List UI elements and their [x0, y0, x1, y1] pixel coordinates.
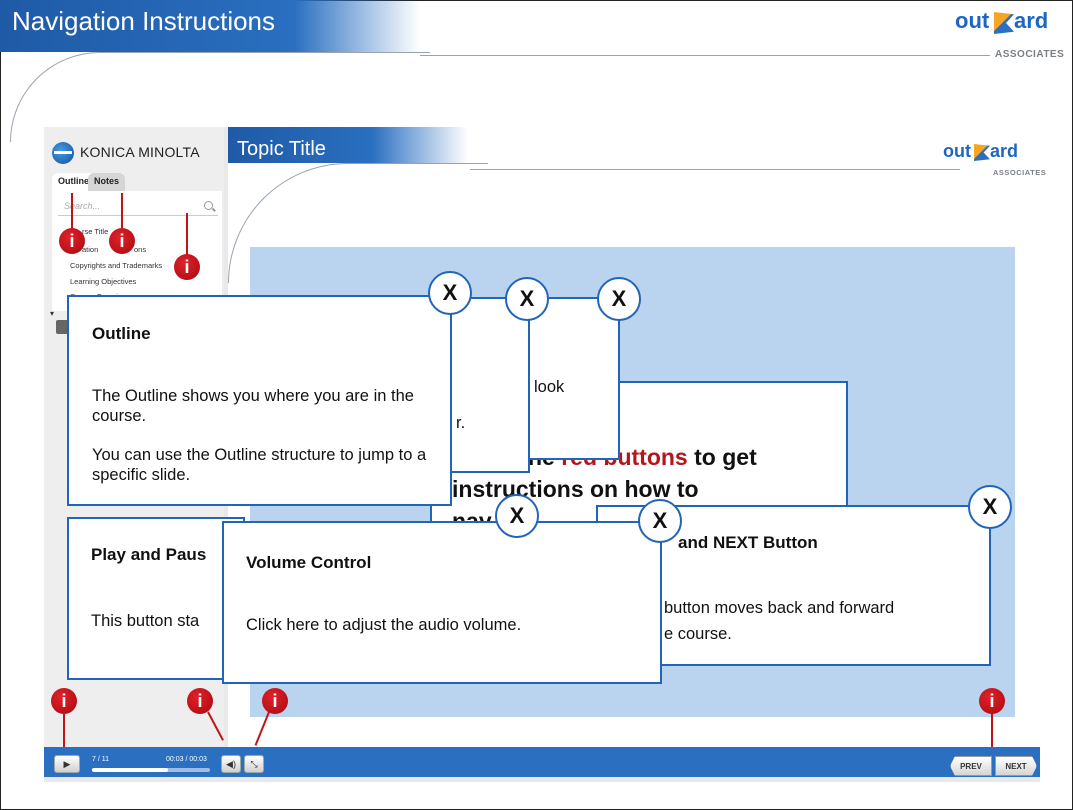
logo-word-right: ard	[1014, 8, 1049, 33]
volume-icon: ◀)	[226, 758, 236, 769]
logo-subtitle: ASSOCIATES	[993, 168, 1047, 177]
close-volume-popup-button[interactable]: X	[638, 499, 682, 543]
prev-button[interactable]: PREV	[950, 756, 992, 776]
header-rule	[420, 55, 990, 56]
info-play-button[interactable]: i	[51, 688, 77, 714]
progress-fill	[92, 768, 168, 772]
info-outline-button[interactable]: i	[59, 228, 85, 254]
slide-counter: 7 / 11	[92, 756, 109, 763]
next-button[interactable]: NEXT	[995, 756, 1037, 776]
search-input[interactable]: Search...	[58, 198, 218, 216]
info-volume-button[interactable]: i	[187, 688, 213, 714]
prev-next-popup-text-1: button moves back and forward	[664, 599, 895, 617]
search-icon[interactable]	[204, 201, 213, 210]
info-fullscreen-button[interactable]: i	[262, 688, 288, 714]
close-search-popup-button[interactable]: X	[597, 277, 641, 321]
outline-popup-text-2: You can use the Outline structure to jum…	[92, 446, 427, 484]
volume-popup: Volume Control Click here to adjust the …	[222, 521, 662, 684]
info-leader-line	[186, 213, 188, 255]
outline-popup: Outline The Outline shows you where you …	[67, 295, 452, 506]
outline-item[interactable]: ation	[82, 245, 98, 254]
logo-subtitle: ASSOCIATES	[995, 49, 1065, 60]
logo-word-right: ard	[990, 141, 1019, 161]
konica-minolta-logo: KONICA MINOLTA	[52, 140, 222, 164]
search-popup: look	[528, 297, 620, 460]
info-notes-button[interactable]: i	[109, 228, 135, 254]
tab-notes[interactable]: Notes	[88, 173, 126, 191]
time-counter: 00:03 / 00:03	[166, 756, 207, 763]
play-pause-popup-title: Play and Paus	[91, 545, 207, 564]
volume-button[interactable]: ◀)	[221, 755, 241, 773]
volume-popup-text: Click here to adjust the audio volume.	[246, 616, 522, 634]
search-popup-text: look	[534, 378, 565, 396]
outline-item[interactable]: ons	[134, 245, 146, 254]
globe-icon	[52, 142, 74, 164]
volume-popup-title: Volume Control	[246, 553, 372, 572]
info-next-button[interactable]: i	[979, 688, 1005, 714]
topic-title: Topic Title	[237, 138, 326, 160]
close-outline-popup-button[interactable]: X	[428, 271, 472, 315]
play-button[interactable]: ▶	[54, 755, 80, 773]
collapse-arrow-icon[interactable]: ▾	[50, 309, 54, 318]
page-title: Navigation Instructions	[12, 6, 276, 36]
close-prev-next-popup-button[interactable]: X	[968, 485, 1012, 529]
content-rule	[470, 169, 960, 170]
outline-popup-text-1: The Outline shows you where you are in t…	[92, 387, 414, 425]
progress-bar[interactable]	[92, 768, 210, 772]
prev-next-popup-title: and NEXT Button	[678, 533, 818, 552]
slide-header: Navigation Instructions	[0, 0, 1073, 52]
outline-item[interactable]: rse Title	[82, 227, 108, 236]
logo-word-left: out	[955, 8, 990, 33]
play-icon: ▶	[63, 758, 71, 769]
logo-word-left: out	[943, 141, 971, 161]
close-notes-popup-button[interactable]: X	[505, 277, 549, 321]
play-pause-popup-text: This button sta	[91, 612, 200, 630]
fullscreen-icon: ⤡	[250, 758, 258, 769]
logo-text: KONICA MINOLTA	[80, 144, 200, 160]
notes-popup-text: r.	[456, 414, 466, 432]
outline-item[interactable]: Copyrights and Trademarks	[70, 261, 162, 270]
info-leader-line	[71, 193, 73, 229]
play-pause-popup: Play and Paus This button sta	[67, 517, 245, 680]
info-search-button[interactable]: i	[174, 254, 200, 280]
outline-popup-title: Outline	[92, 324, 151, 343]
outline-item[interactable]: Learning Objectives	[70, 277, 136, 286]
info-leader-line	[121, 193, 123, 229]
close-play-pause-popup-button[interactable]: X	[495, 494, 539, 538]
fullscreen-button[interactable]: ⤡	[244, 755, 264, 773]
prev-next-popup-text-2: e course.	[664, 625, 732, 643]
